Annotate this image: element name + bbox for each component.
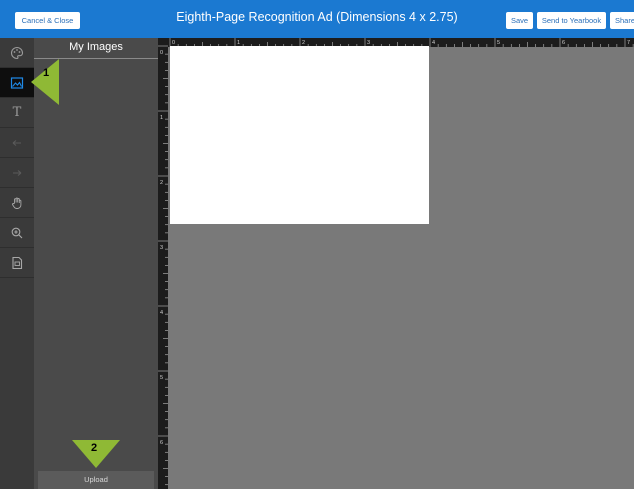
ruler-label: 5	[497, 40, 500, 46]
pan-tool-button[interactable]	[0, 188, 34, 218]
callout-arrow-icon	[31, 59, 59, 105]
ruler-label: 7	[627, 40, 630, 46]
canvas-area[interactable]: 0 1 2 3 4 5 6 7 0 1 2 3 4 5 6	[158, 38, 634, 489]
share-button[interactable]: Share	[610, 12, 634, 29]
ad-page[interactable]	[170, 46, 429, 224]
left-ruler: 0 1 2 3 4 5 6	[158, 38, 168, 489]
redo-tool-button[interactable]	[0, 158, 34, 188]
document-title: Eighth-Page Recognition Ad (Dimensions 4…	[176, 10, 458, 24]
background-tool-button[interactable]	[0, 38, 34, 68]
top-bar: Cancel & Close Eighth-Page Recognition A…	[0, 0, 634, 38]
ruler-label: 2	[160, 180, 163, 186]
ruler-label: 4	[160, 310, 163, 316]
text-tool-button[interactable]: T	[0, 98, 34, 128]
upload-button[interactable]: Upload	[38, 471, 154, 489]
cancel-close-button[interactable]: Cancel & Close	[15, 12, 80, 29]
tool-strip: T	[0, 38, 34, 489]
zoom-icon	[11, 227, 23, 238]
ruler-label: 6	[160, 440, 163, 446]
ruler-label: 5	[160, 375, 163, 381]
callout-number: 1	[43, 67, 50, 79]
text-icon: T	[12, 105, 22, 120]
ruler-label: 4	[432, 40, 435, 46]
palette-icon	[11, 46, 24, 59]
images-tool-button[interactable]	[0, 68, 34, 98]
hand-icon	[11, 197, 22, 209]
undo-tool-button[interactable]	[0, 128, 34, 158]
ruler-label: 1	[160, 115, 163, 121]
callout-1: 1	[31, 59, 59, 110]
send-to-yearbook-button[interactable]: Send to Yearbook	[537, 12, 606, 29]
ruler-label: 6	[562, 40, 565, 46]
image-icon	[10, 76, 24, 89]
document-icon	[12, 256, 23, 269]
ruler-label: 0	[160, 50, 163, 56]
undo-icon	[12, 139, 21, 146]
callout-number: 2	[91, 442, 98, 454]
callout-2: 2	[72, 440, 120, 473]
ruler-label: 3	[160, 245, 163, 251]
redo-icon	[13, 169, 22, 176]
save-button[interactable]: Save	[506, 12, 533, 29]
zoom-tool-button[interactable]	[0, 218, 34, 248]
export-tool-button[interactable]	[0, 248, 34, 278]
panel-title: My Images	[69, 41, 123, 53]
